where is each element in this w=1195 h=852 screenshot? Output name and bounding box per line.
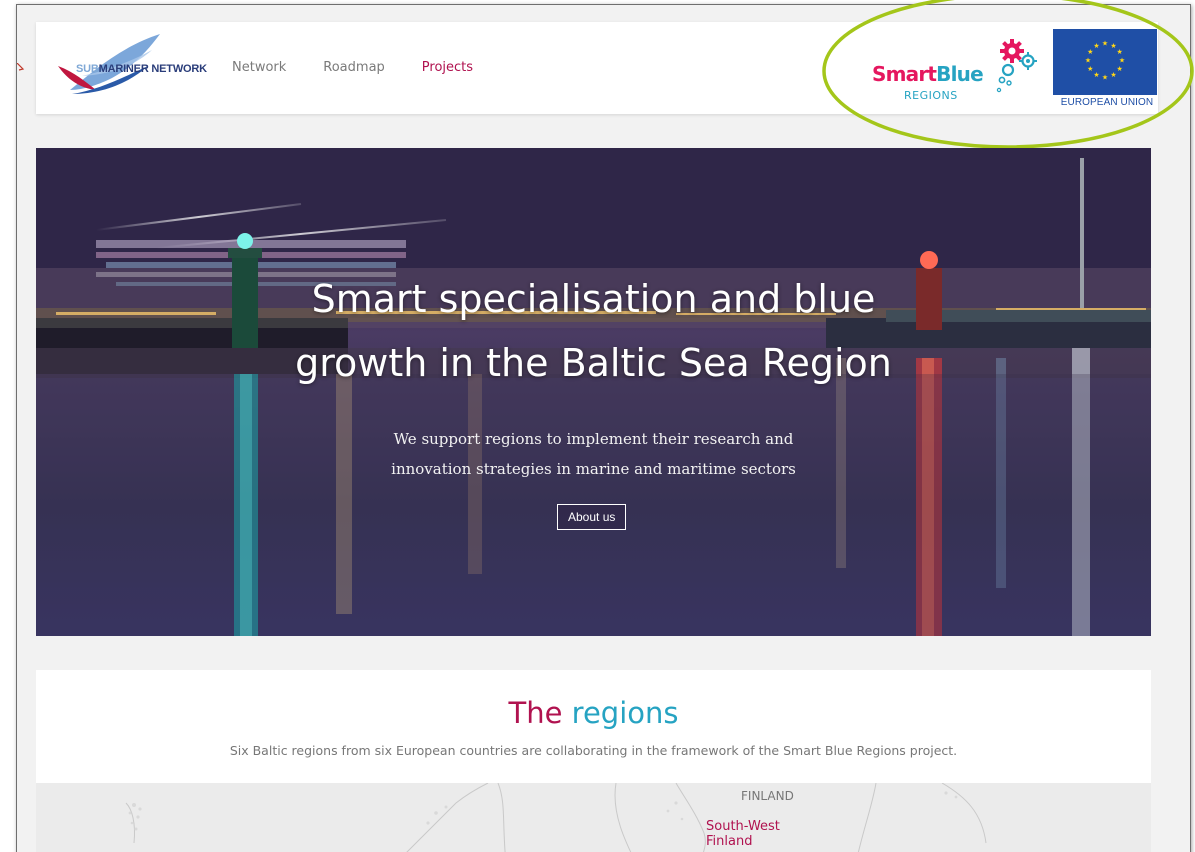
hero-title-line-2: growth in the Baltic Sea Region — [295, 341, 892, 385]
regions-map[interactable]: FINLAND South-West Finland — [36, 783, 1151, 852]
main-nav: Network Roadmap Projects — [232, 60, 473, 75]
hero-title-line-1: Smart specialisation and blue — [311, 277, 876, 321]
eu-logo: ★ ★ ★ ★ ★ ★ ★ ★ ★ ★ ★ ★ EUROPEAN UNION — [1053, 29, 1157, 113]
svg-text:★: ★ — [1087, 65, 1093, 73]
eu-label: EUROPEAN UNION — [1060, 97, 1154, 108]
svg-text:★: ★ — [1093, 71, 1099, 79]
hero-banner: Smart specialisation and blue growth in … — [36, 148, 1151, 636]
submariner-logo-text: SUBMARINER NETWORK — [76, 63, 207, 75]
wordmark-regions: REGIONS — [904, 89, 958, 102]
svg-text:★: ★ — [1117, 48, 1123, 56]
hero-title: Smart specialisation and blue growth in … — [36, 267, 1151, 395]
svg-text:★: ★ — [1110, 71, 1116, 79]
svg-text:★: ★ — [1119, 57, 1125, 65]
annotation-arrow-mark — [17, 63, 25, 71]
svg-text:★: ★ — [1102, 74, 1108, 82]
nav-roadmap[interactable]: Roadmap — [323, 60, 385, 75]
about-us-button[interactable]: About us — [557, 504, 627, 530]
svg-text:★: ★ — [1093, 42, 1099, 50]
hero-subtitle-line-2: innovation strategies in marine and mari… — [391, 460, 796, 478]
hero-subtitle: We support regions to implement their re… — [36, 424, 1151, 484]
regions-section: The regions Six Baltic regions from six … — [36, 670, 1151, 852]
regions-description: Six Baltic regions from six European cou… — [229, 743, 958, 758]
gears-icon — [996, 39, 1037, 93]
wordmark-blue: Blue — [936, 62, 983, 86]
regions-heading: The regions — [36, 696, 1151, 730]
nav-network[interactable]: Network — [232, 60, 286, 75]
baltic-map-outline — [125, 783, 987, 852]
smart-blue-regions-logo[interactable]: SmartBlue REGIONS — [872, 38, 1062, 104]
wordmark-smart: Smart — [872, 62, 937, 86]
logo-mariner-network: MARINER NETWORK — [98, 63, 207, 75]
svg-text:★: ★ — [1085, 57, 1091, 65]
hero-subtitle-line-1: We support regions to implement their re… — [393, 430, 794, 448]
eu-flag: ★ ★ ★ ★ ★ ★ ★ ★ ★ ★ ★ ★ — [1053, 29, 1157, 95]
site-header: SUBMARINER NETWORK Network Roadmap Proje… — [36, 22, 1158, 114]
smart-blue-wordmark: SmartBlue — [872, 62, 984, 86]
nav-projects[interactable]: Projects — [422, 60, 473, 75]
svg-text:★: ★ — [1102, 40, 1108, 48]
logo-sub: SUB — [76, 63, 99, 75]
map-label-south-west-finland[interactable]: South-West Finland — [706, 819, 796, 849]
regions-heading-the: The — [508, 696, 563, 730]
map-label-finland: FINLAND — [741, 789, 794, 803]
regions-heading-word: regions — [571, 696, 679, 730]
submariner-logo[interactable]: SUBMARINER NETWORK — [52, 32, 207, 98]
svg-text:★: ★ — [1117, 65, 1123, 73]
eu-stars-icon: ★ ★★ ★★★ ★★★ ★★★ — [1085, 40, 1125, 82]
